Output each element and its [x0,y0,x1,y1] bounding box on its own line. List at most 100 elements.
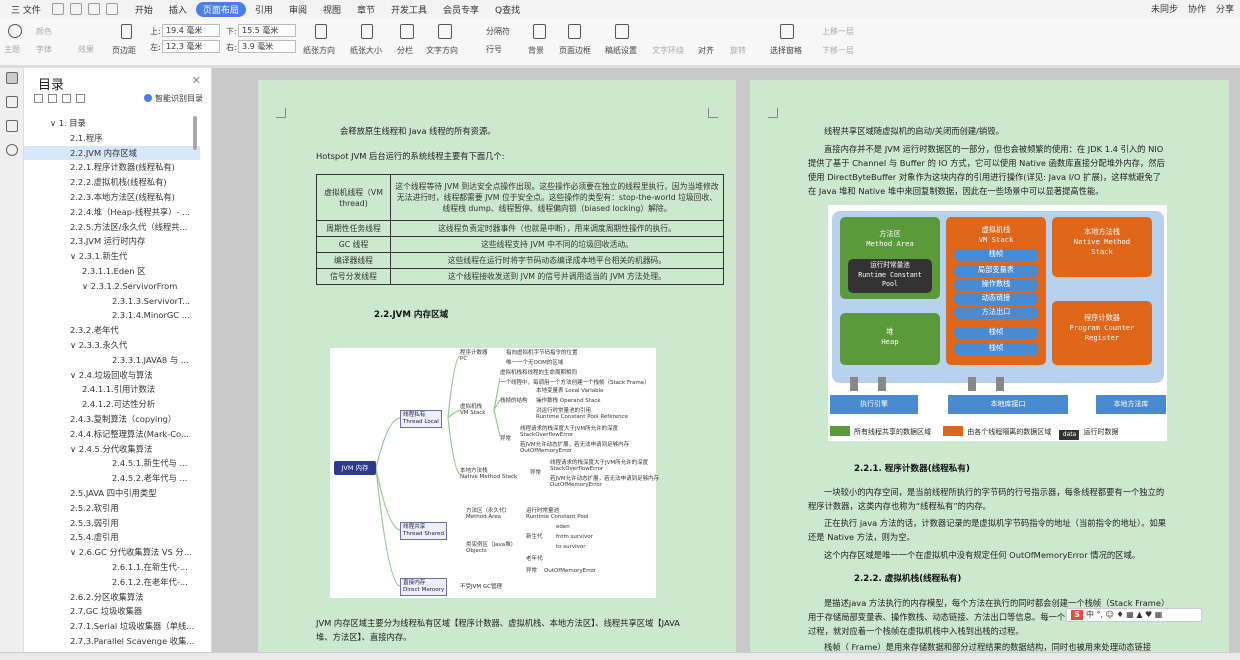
break-button[interactable]: 分隔符 [486,26,510,37]
toc-item[interactable]: ∨ 2.3.3.永久代 [24,338,200,353]
undo-icon[interactable] [87,3,100,15]
toc-item[interactable]: 2.6.1.1.在新生代-... [24,560,200,575]
tab-9[interactable]: Q查找 [488,2,527,17]
toc-item[interactable]: 2.5.4.虚引用 [24,530,200,545]
toc-item[interactable]: 2.4.5.1.新生代与 ... [24,456,200,471]
toc-scrollbar[interactable] [193,116,197,150]
toc-item[interactable]: 2.4.4.标记整理算法(Mark-Co... [24,427,200,442]
selection-pane-icon[interactable] [780,24,794,39]
search-icon[interactable] [6,144,18,156]
tab-6[interactable]: 章节 [350,2,382,17]
right-margin-input[interactable]: 3.9 毫米 [238,40,296,53]
tab-3[interactable]: 引用 [248,2,280,17]
collab-button[interactable]: 协作 [1188,2,1206,15]
add-icon[interactable] [62,94,71,103]
page-border-icon[interactable] [568,24,581,39]
toc-item[interactable]: ∨ 2.6.GC 分代收集算法 VS 分区 ... [24,545,200,560]
close-icon[interactable]: ✕ [192,74,201,87]
page-left[interactable]: 会释放原生线程和 Java 线程的所有资源。 Hotspot JVM 后台运行的… [258,80,736,660]
background-icon[interactable] [533,24,546,39]
document-canvas[interactable]: 会释放原生线程和 Java 线程的所有资源。 Hotspot JVM 后台运行的… [212,68,1240,660]
toc-item[interactable]: 2.4.1.1.引用计数法 [24,382,200,397]
share-button[interactable]: 分享 [1216,2,1234,15]
toc-item[interactable]: 2.5.3.弱引用 [24,516,200,531]
send-backward-button[interactable]: 下移一层 [822,45,854,56]
font-button[interactable]: 字体 [36,44,52,55]
toc-item[interactable]: 2.2.1.程序计数器(线程私有) [24,160,200,175]
toc-item[interactable]: 2.2.2.虚拟机栈(线程私有) [24,175,200,190]
top-margin-input[interactable]: 19.4 毫米 [162,24,220,37]
align-button[interactable]: 对齐 [698,45,714,56]
margin-button[interactable]: 页边距 [112,45,136,56]
tab-7[interactable]: 开发工具 [384,2,434,17]
remove-icon[interactable] [76,94,85,103]
columns-icon[interactable] [400,24,414,39]
bottom-margin-input[interactable]: 15.5 毫米 [238,24,296,37]
page-right[interactable]: 线程共享区域随虚拟机的启动/关闭而创建/销毁。 直接内存并不是 JVM 运行时数… [750,80,1229,660]
save-icon[interactable] [51,3,64,15]
toc-item[interactable]: 2.7.1.Serial 垃圾收集器（单线... [24,619,200,634]
toc-item[interactable]: 2.4.5.2.老年代与 ... [24,471,200,486]
line-number-button[interactable]: 行号 [486,44,502,55]
navigation-icon[interactable] [6,96,18,108]
toc-item[interactable]: ∨ 2.4.垃圾回收与算法 [24,368,200,383]
color-button[interactable]: 颜色 [36,26,52,37]
file-menu[interactable]: 三 文件 [4,2,48,17]
left-margin-input[interactable]: 12.3 毫米 [162,40,220,53]
manuscript-icon[interactable] [615,24,629,39]
print-icon[interactable] [69,3,82,15]
toc-item[interactable]: ∨ 2.4.5.分代收集算法 [24,442,200,457]
orientation-button[interactable]: 纸张方向 [303,45,335,56]
effect-button[interactable]: 效果 [78,44,94,55]
toc-item[interactable]: 2.2.JVM 内存区域 [24,145,200,161]
sync-status[interactable]: 未同步 [1151,2,1178,15]
tab-8[interactable]: 会员专享 [436,2,486,17]
toc-item[interactable]: 2.6.1.2.在老年代-... [24,575,200,590]
toc-item[interactable]: 2.5.2.软引用 [24,501,200,516]
toc-item[interactable]: 2.1.程序 [24,131,200,146]
toc-item[interactable]: 2.2.3.本地方法区(线程私有) [24,190,200,205]
margin-icon[interactable] [121,24,132,39]
toc-item[interactable]: 2.2.5.方法区/永久代（线程共... [24,220,200,235]
toc-item[interactable]: ∨ 2.3.1.2.ServivorFrom [24,279,200,294]
toc-item[interactable]: 2.7.GC 垃圾收集器 [24,604,200,619]
expand-icon[interactable] [48,94,57,103]
tab-5[interactable]: 视图 [316,2,348,17]
paper-size-button[interactable]: 纸张大小 [350,45,382,56]
theme-button[interactable]: 主题 [4,44,20,55]
smart-toc-button[interactable]: 智能识别目录 [144,93,203,104]
bookmark-icon[interactable] [6,120,18,132]
background-button[interactable]: 背景 [528,45,544,56]
toc-item[interactable]: 2.3.2.老年代 [24,323,200,338]
columns-button[interactable]: 分栏 [397,45,413,56]
toc-item[interactable]: ∨ 2.3.1.新生代 [24,249,200,264]
toc-item[interactable]: 2.3.1.4.MinorGC ... [24,308,200,323]
toc-item[interactable]: ∨ 1. 目录 [24,116,200,131]
toc-item[interactable]: 2.3.1.3.ServivorT... [24,294,200,309]
toc-item[interactable]: 2.5.JAVA 四中引用类型 [24,486,200,501]
toc-item[interactable]: 2.3.3.1.JAVA8 与 ... [24,353,200,368]
toc-item[interactable]: 2.7.3.Parallel Scavenge 收集... [24,634,200,649]
collapse-icon[interactable] [34,94,43,103]
text-wrap-button[interactable]: 文字环绕 [652,45,684,56]
tab-0[interactable]: 开始 [128,2,160,17]
toc-item[interactable]: 2.2.4.堆（Heap-线程共享）- ... [24,205,200,220]
paper-size-icon[interactable] [361,24,373,39]
bring-forward-button[interactable]: 上移一层 [822,26,854,37]
text-direction-button[interactable]: 文字方向 [426,45,458,56]
toc-item[interactable]: 2.4.3.复制算法（copying） [24,412,200,427]
orientation-icon[interactable] [315,24,327,39]
page-border-button[interactable]: 页面边框 [559,45,591,56]
theme-icon[interactable] [8,24,22,38]
ime-toolbar[interactable]: S中 °, ☺ ♦ ▦ ▲ ♥ ▦ [1066,608,1202,622]
toc-item[interactable]: 2.4.1.2.可达性分析 [24,397,200,412]
selection-pane-button[interactable]: 选择窗格 [770,45,802,56]
tab-4[interactable]: 审阅 [282,2,314,17]
tab-2[interactable]: 页面布局 [195,1,246,17]
toc-item[interactable]: 2.3.1.1.Eden 区 [24,264,200,279]
rotate-button[interactable]: 旋转 [730,45,746,56]
manuscript-button[interactable]: 稿纸设置 [605,45,637,56]
toc-item[interactable]: 2.6.2.分区收集算法 [24,590,200,605]
redo-icon[interactable] [105,3,118,15]
toc-item[interactable]: 2.3.JVM 运行时内存 [24,234,200,249]
